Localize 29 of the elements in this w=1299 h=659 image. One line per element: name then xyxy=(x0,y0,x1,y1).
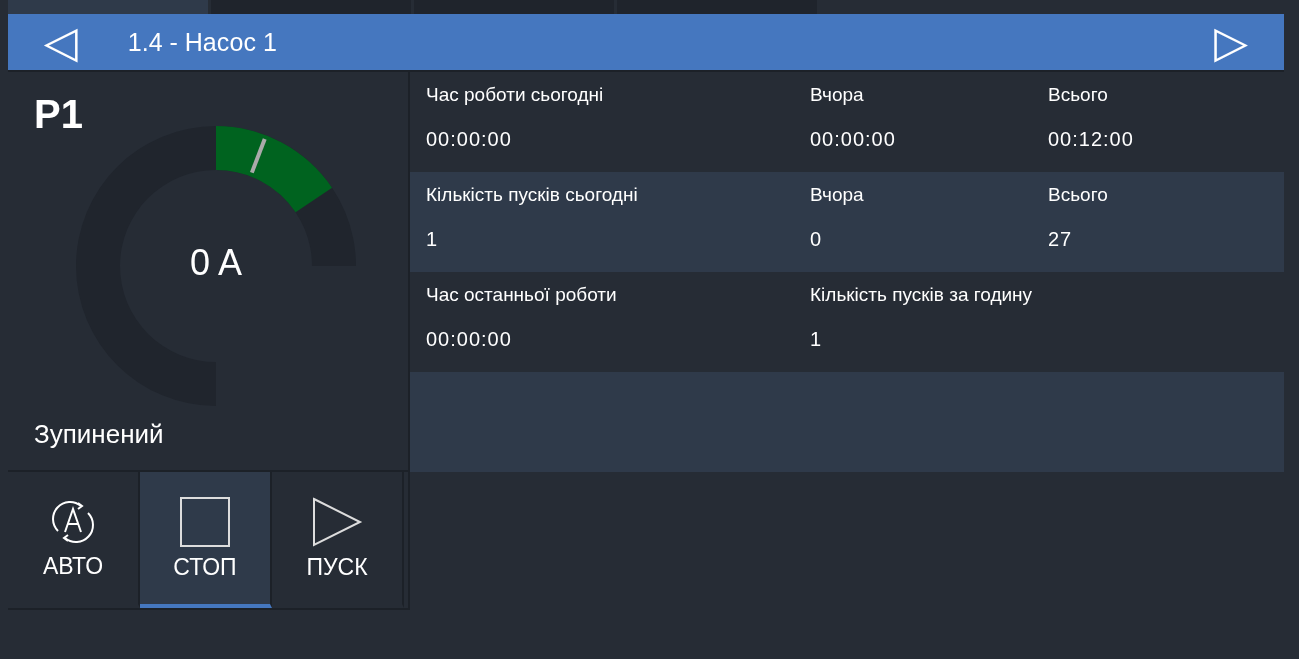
stat-label: Кількість пусків сьогодні xyxy=(426,184,639,206)
pump-status: Зупинений xyxy=(34,419,165,450)
stat-label: Вчора xyxy=(810,84,865,106)
play-icon xyxy=(311,495,363,548)
stat-value: 27 xyxy=(1048,228,1074,251)
top-tab[interactable] xyxy=(211,0,411,14)
stat-value: 00:00:00 xyxy=(426,128,513,151)
mode-button[interactable]: СТОП xyxy=(140,472,272,608)
pump-name: P1 xyxy=(34,92,84,137)
stat-label: Час останньої роботи xyxy=(426,284,618,306)
stat-label: Час роботи сьогодні xyxy=(426,84,605,106)
stat-value: 0 xyxy=(810,228,824,251)
stat-value: 1 xyxy=(810,328,824,351)
square-icon xyxy=(179,495,231,548)
stat-label: Всього xyxy=(1048,84,1109,106)
stat-value: 00:12:00 xyxy=(1048,128,1135,151)
current-reading: 0 A xyxy=(188,242,244,284)
stat-label: Вчора xyxy=(810,184,865,206)
stat-value: 00:00:00 xyxy=(426,328,513,351)
previous-button[interactable]: ◁ xyxy=(44,20,78,64)
top-tab[interactable] xyxy=(414,0,614,14)
stat-label: Всього xyxy=(1048,184,1109,206)
stat-label: Кількість пусків за годину xyxy=(810,284,1034,306)
stat-value: 1 xyxy=(426,228,440,251)
stat-value: 00:00:00 xyxy=(810,128,897,151)
next-button[interactable]: ▷ xyxy=(1214,20,1248,64)
top-tab[interactable] xyxy=(8,0,208,14)
page-title: 1.4 - Насос 1 xyxy=(127,27,278,57)
top-tab[interactable] xyxy=(617,0,817,14)
